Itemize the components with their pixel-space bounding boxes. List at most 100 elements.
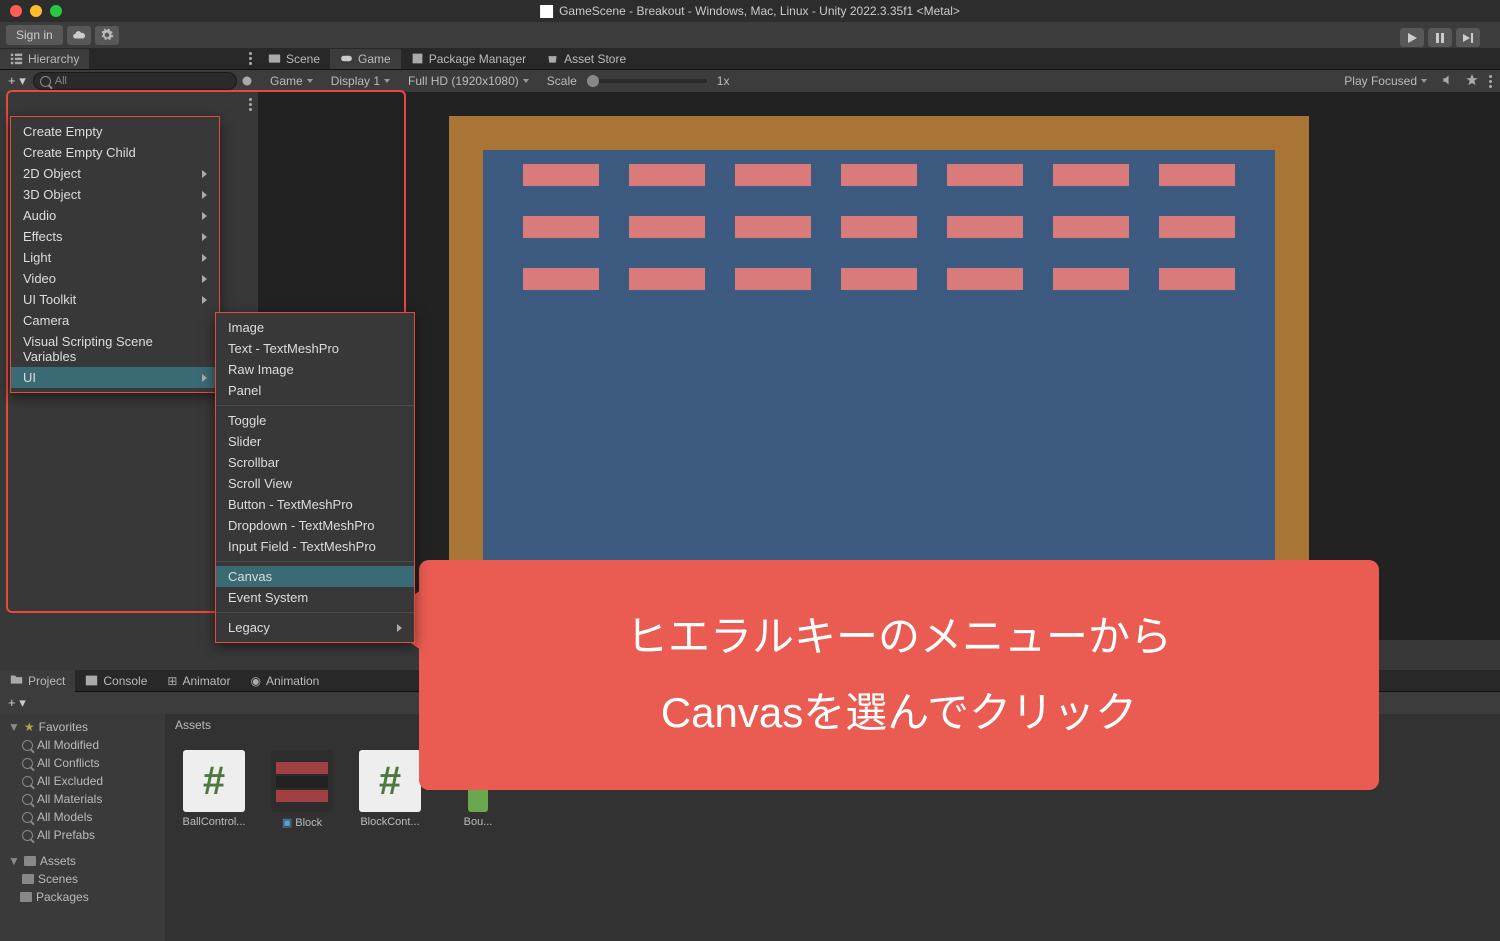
- asset-thumbnail: #: [359, 750, 421, 812]
- maximize-window-button[interactable]: [50, 5, 62, 17]
- favorite-all-prefabs[interactable]: All Prefabs: [0, 826, 165, 844]
- play-focused-dropdown[interactable]: Play Focused: [1336, 72, 1435, 90]
- display-dropdown[interactable]: Display 1: [323, 72, 398, 90]
- tab-package-manager[interactable]: Package Manager: [401, 49, 536, 69]
- menu-item-ui-toolkit[interactable]: UI Toolkit: [11, 289, 219, 310]
- submenu-item-raw-image[interactable]: Raw Image: [216, 359, 414, 380]
- hierarchy-toolbar: + ▾ All: [0, 70, 258, 92]
- game-panel: Game Display 1 Full HD (1920x1080) Scale…: [258, 70, 1500, 640]
- tab-asset-store[interactable]: Asset Store: [536, 49, 636, 69]
- menu-item-ui[interactable]: UI: [11, 367, 219, 388]
- step-button[interactable]: [1456, 28, 1480, 47]
- search-icon: [40, 76, 51, 87]
- star-icon: ★: [24, 720, 35, 734]
- resolution-dropdown[interactable]: Full HD (1920x1080): [400, 72, 537, 90]
- menu-item-camera[interactable]: Camera: [11, 310, 219, 331]
- assets-header[interactable]: ▼ Assets: [0, 852, 165, 870]
- folder-icon: [10, 673, 23, 689]
- scale-value: 1x: [709, 72, 738, 90]
- menu-item-3d-object[interactable]: 3D Object: [11, 184, 219, 205]
- asset-thumbnail: [271, 750, 333, 812]
- menu-item-create-empty-child[interactable]: Create Empty Child: [11, 142, 219, 163]
- stats-button[interactable]: [1461, 73, 1483, 90]
- folder-icon: [20, 892, 32, 902]
- asset-blockcont-[interactable]: #BlockCont...: [355, 750, 425, 829]
- tab-project[interactable]: Project: [0, 670, 75, 692]
- create-dropdown[interactable]: + ▾: [4, 73, 30, 89]
- game-viewport: [258, 92, 1500, 640]
- tab-animation[interactable]: ◉ Animation: [240, 671, 329, 691]
- hierarchy-search[interactable]: All: [33, 72, 237, 90]
- hierarchy-filter-button[interactable]: [240, 74, 254, 88]
- titlebar: GameScene - Breakout - Windows, Mac, Lin…: [0, 0, 1500, 22]
- packages-header[interactable]: Packages: [0, 888, 165, 906]
- game-menu-button[interactable]: [1489, 75, 1492, 88]
- scale-label: Scale: [539, 72, 585, 90]
- menu-item-2d-object[interactable]: 2D Object: [11, 163, 219, 184]
- tab-hierarchy[interactable]: Hierarchy: [0, 49, 89, 69]
- folder-scenes[interactable]: Scenes: [0, 870, 165, 888]
- mute-button[interactable]: [1437, 73, 1459, 90]
- asset-ballcontrol-[interactable]: #BallControl...: [179, 750, 249, 829]
- play-button[interactable]: [1400, 28, 1424, 47]
- submenu-item-panel[interactable]: Panel: [216, 380, 414, 401]
- tab-console[interactable]: Console: [75, 671, 157, 691]
- create-context-menu: Create EmptyCreate Empty Child2D Object3…: [10, 116, 220, 393]
- game-mode-dropdown[interactable]: Game: [262, 72, 321, 90]
- menu-item-create-empty[interactable]: Create Empty: [11, 121, 219, 142]
- submenu-item-button-textmeshpro[interactable]: Button - TextMeshPro: [216, 494, 414, 515]
- favorites-header[interactable]: ▼ ★ Favorites: [0, 718, 165, 736]
- favorite-all-excluded[interactable]: All Excluded: [0, 772, 165, 790]
- submenu-item-scrollbar[interactable]: Scrollbar: [216, 452, 414, 473]
- game-frame: [449, 116, 1309, 599]
- project-create-dropdown[interactable]: + ▾: [4, 695, 30, 711]
- minimize-window-button[interactable]: [30, 5, 42, 17]
- menu-item-effects[interactable]: Effects: [11, 226, 219, 247]
- hierarchy-search-placeholder: All: [55, 75, 67, 87]
- chevron-right-icon: [202, 374, 207, 382]
- settings-button[interactable]: [95, 26, 119, 45]
- submenu-item-dropdown-textmeshpro[interactable]: Dropdown - TextMeshPro: [216, 515, 414, 536]
- hierarchy-tabstrip: Hierarchy: [0, 48, 258, 70]
- submenu-item-text-textmeshpro[interactable]: Text - TextMeshPro: [216, 338, 414, 359]
- asset-label: ▣ Block: [282, 816, 322, 829]
- submenu-item-input-field-textmeshpro[interactable]: Input Field - TextMeshPro: [216, 536, 414, 557]
- menu-item-visual-scripting-scene-variables[interactable]: Visual Scripting Scene Variables: [11, 331, 219, 367]
- close-window-button[interactable]: [10, 5, 22, 17]
- favorite-all-modified[interactable]: All Modified: [0, 736, 165, 754]
- pause-button[interactable]: [1428, 28, 1452, 47]
- submenu-item-scroll-view[interactable]: Scroll View: [216, 473, 414, 494]
- asset-block[interactable]: ▣ Block: [267, 750, 337, 829]
- menu-item-light[interactable]: Light: [11, 247, 219, 268]
- tab-game[interactable]: Game: [330, 49, 401, 69]
- chevron-right-icon: [202, 233, 207, 241]
- tab-asset-store-label: Asset Store: [564, 52, 626, 66]
- ui-submenu: ImageText - TextMeshProRaw ImagePanel Tog…: [215, 312, 415, 643]
- menu-item-video[interactable]: Video: [11, 268, 219, 289]
- submenu-item-event-system[interactable]: Event System: [216, 587, 414, 608]
- cloud-button[interactable]: [67, 26, 91, 45]
- chevron-right-icon: [202, 275, 207, 283]
- submenu-item-slider[interactable]: Slider: [216, 431, 414, 452]
- signin-button[interactable]: Sign in: [6, 25, 63, 45]
- favorite-all-conflicts[interactable]: All Conflicts: [0, 754, 165, 772]
- hierarchy-menu-button[interactable]: [249, 52, 252, 65]
- game-toolbar: Game Display 1 Full HD (1920x1080) Scale…: [258, 70, 1500, 92]
- submenu-item-image[interactable]: Image: [216, 317, 414, 338]
- submenu-item-toggle[interactable]: Toggle: [216, 410, 414, 431]
- tab-animator[interactable]: ⊞ Animator: [157, 671, 240, 691]
- favorite-all-materials[interactable]: All Materials: [0, 790, 165, 808]
- animator-icon: ⊞: [167, 674, 177, 688]
- tab-scene-label: Scene: [286, 52, 320, 66]
- favorite-all-models[interactable]: All Models: [0, 808, 165, 826]
- tab-scene[interactable]: Scene: [258, 49, 330, 69]
- scale-slider[interactable]: [587, 79, 707, 83]
- tab-game-label: Game: [358, 52, 391, 66]
- annotation-callout: ヒエラルキーのメニューから Canvasを選んでクリック: [419, 560, 1379, 790]
- submenu-item-legacy[interactable]: Legacy: [216, 617, 414, 638]
- tab-hierarchy-label: Hierarchy: [28, 52, 79, 66]
- hierarchy-item-menu[interactable]: [249, 98, 252, 111]
- submenu-item-canvas[interactable]: Canvas: [216, 566, 414, 587]
- menu-item-audio[interactable]: Audio: [11, 205, 219, 226]
- asset-thumbnail: #: [183, 750, 245, 812]
